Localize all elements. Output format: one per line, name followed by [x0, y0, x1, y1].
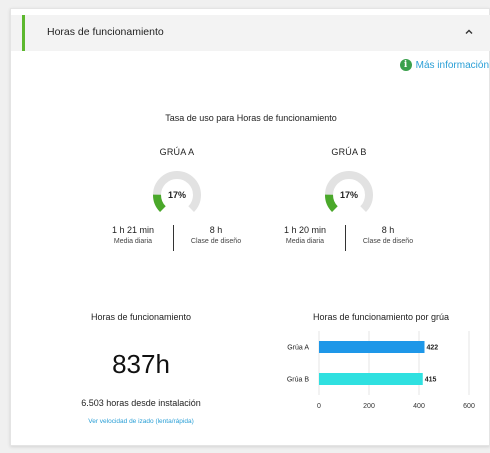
total-hours-value: 837h: [112, 349, 170, 379]
stats-crane-a: 1 h 21 min Media diaria 8 h Clase de dis…: [92, 225, 262, 255]
chart-title: Horas de funcionamiento por grúa: [312, 312, 450, 322]
design-class-value: 8 h: [209, 225, 223, 235]
stats-crane-b: 1 h 20 min Media diaria 8 h Clase de dis…: [264, 225, 434, 255]
info-icon: i: [399, 59, 412, 71]
daily-average: 1 h 21 min Media diaria: [92, 225, 174, 245]
daily-average-value: 1 h 21 min: [111, 225, 155, 235]
design-class-label: Clase de diseño: [362, 238, 414, 245]
bar-value-label: 422: [427, 345, 439, 352]
more-info-label: Más información: [415, 59, 489, 71]
stats-divider: [345, 225, 346, 251]
gauge-fill: [153, 194, 166, 212]
daily-average: 1 h 20 min Media diaria: [264, 225, 346, 245]
hoist-speed-link[interactable]: Ver velocidad de izado (lenta/rápida): [41, 418, 241, 425]
x-tick-label: 400: [413, 403, 425, 410]
chevron-up-icon[interactable]: [462, 25, 476, 39]
stats-divider: [173, 225, 174, 251]
bar: [319, 341, 425, 353]
x-tick-label: 200: [363, 403, 375, 410]
bar-category-label: Grúa A: [287, 345, 309, 352]
section-header[interactable]: Horas de funcionamiento: [11, 15, 490, 51]
runtime-title: Horas de funcionamiento: [90, 312, 192, 322]
header-accent-bar: [22, 15, 25, 51]
hours-since-install: 6.503 horas desde instalación: [81, 398, 201, 408]
gauge-percent: 17%: [340, 190, 358, 200]
daily-average-label: Media diaria: [285, 238, 325, 245]
usage-title: Tasa de uso para Horas de funcionamiento: [165, 113, 337, 123]
design-class-label: Clase de diseño: [190, 238, 242, 245]
bar-category-label: Grúa B: [287, 377, 310, 384]
daily-average-label: Media diaria: [113, 238, 153, 245]
x-tick-label: 600: [463, 403, 475, 410]
gauge-fill: [325, 194, 338, 212]
bar: [319, 373, 423, 385]
crane-name: GRÚA B: [331, 147, 367, 157]
daily-average-value: 1 h 20 min: [283, 225, 327, 235]
section-title: Horas de funcionamiento: [47, 26, 164, 38]
gauge-crane-b: GRÚA B 17%: [274, 147, 424, 223]
more-info-link[interactable]: i Más información: [399, 59, 489, 71]
design-class: 8 h Clase de diseño: [176, 225, 256, 245]
crane-name: GRÚA A: [159, 147, 195, 157]
gauge-dial: 17%: [153, 171, 201, 212]
gauge-dial: 17%: [325, 171, 373, 212]
x-tick-label: 0: [317, 403, 321, 410]
gauge-percent: 17%: [168, 190, 186, 200]
design-class: 8 h Clase de diseño: [348, 225, 428, 245]
gauge-crane-a: GRÚA A 17%: [102, 147, 252, 223]
runtime-card: Horas de funcionamiento i Más informació…: [10, 8, 490, 446]
bar-chart: 0 200 400 600 Grúa A 422 Grúa B 415: [287, 331, 475, 410]
design-class-value: 8 h: [381, 225, 395, 235]
bar-value-label: 415: [425, 377, 437, 384]
